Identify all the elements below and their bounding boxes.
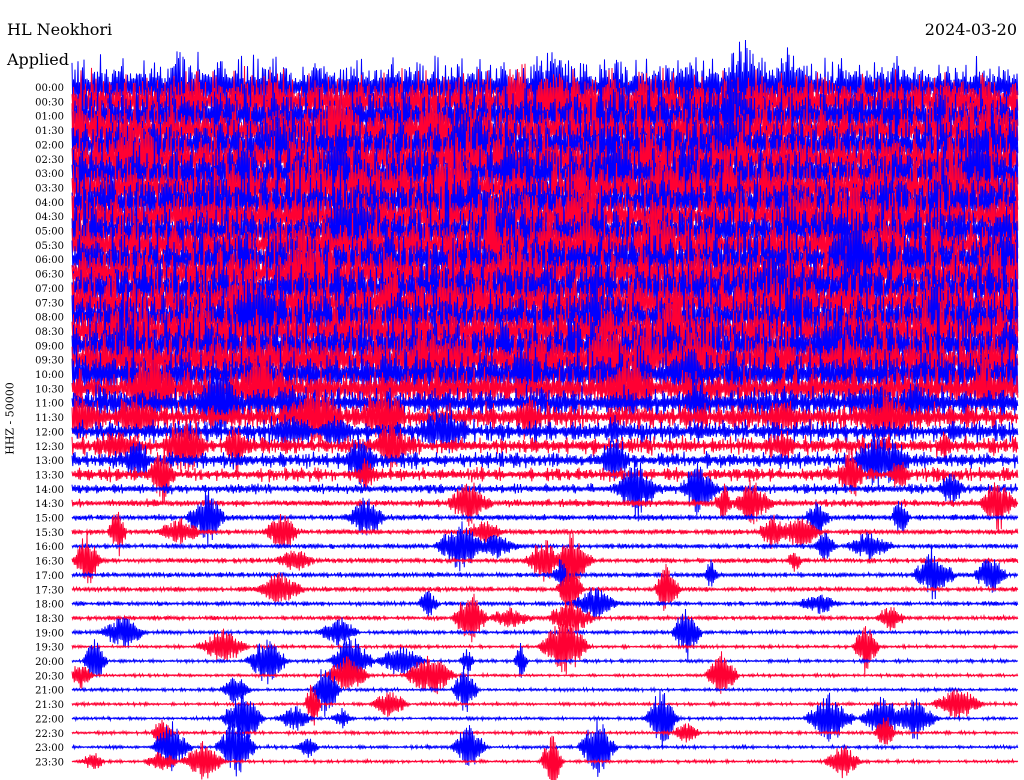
helicorder-plot: 00:00 00:30 01:00 01:30 02:00 02:30 03:00 03:30… bbox=[35, 39, 1019, 780]
time-label: 12:00 bbox=[35, 427, 64, 438]
time-label: 06:30 bbox=[35, 270, 64, 281]
time-label: 00:30 bbox=[35, 97, 64, 108]
time-label: 13:00 bbox=[35, 456, 64, 467]
time-label: 09:00 bbox=[35, 341, 64, 352]
time-label: 19:30 bbox=[35, 643, 64, 654]
time-label: 21:30 bbox=[35, 700, 64, 711]
time-label: 09:30 bbox=[35, 356, 64, 367]
time-label: 01:30 bbox=[35, 126, 64, 137]
time-label: 16:30 bbox=[35, 557, 64, 568]
time-label: 03:00 bbox=[35, 169, 64, 180]
time-label: 07:30 bbox=[35, 298, 64, 309]
time-label: 17:30 bbox=[35, 585, 64, 596]
time-label: 02:30 bbox=[35, 155, 64, 166]
time-label: 20:30 bbox=[35, 671, 64, 682]
time-label: 22:00 bbox=[35, 714, 64, 725]
time-label: 08:30 bbox=[35, 327, 64, 338]
time-label: 18:00 bbox=[35, 600, 64, 611]
time-label: 06:00 bbox=[35, 255, 64, 266]
filter-label: Applied bbox=[7, 50, 69, 69]
trace-row bbox=[71, 689, 1019, 747]
time-label: 16:00 bbox=[35, 542, 64, 553]
channel-label: HHZ - 50000 bbox=[3, 382, 17, 455]
trace-row bbox=[71, 651, 1019, 695]
trace-row bbox=[71, 614, 1019, 675]
time-label: 11:30 bbox=[35, 413, 64, 424]
time-label: 03:30 bbox=[35, 183, 64, 194]
time-label: 05:00 bbox=[35, 227, 64, 238]
time-label: 14:30 bbox=[35, 499, 64, 510]
time-label: 02:00 bbox=[35, 140, 64, 151]
date-label: 2024-03-20 bbox=[924, 20, 1017, 39]
time-label: 18:30 bbox=[35, 614, 64, 625]
time-axis-labels: 00:00 00:30 01:00 01:30 02:00 02:30 03:00 03:30… bbox=[35, 83, 64, 768]
time-label: 19:00 bbox=[35, 628, 64, 639]
time-label: 08:00 bbox=[35, 313, 64, 324]
time-label: 15:30 bbox=[35, 528, 64, 539]
time-label: 07:00 bbox=[35, 284, 64, 295]
time-label: 17:00 bbox=[35, 571, 64, 582]
time-label: 10:00 bbox=[35, 370, 64, 381]
time-label: 22:30 bbox=[35, 729, 64, 740]
seismogram-traces bbox=[71, 39, 1019, 780]
trace-row bbox=[71, 530, 1019, 591]
time-label: 01:00 bbox=[35, 112, 64, 123]
time-label: 14:00 bbox=[35, 485, 64, 496]
trace-row bbox=[71, 735, 1019, 780]
time-label: 11:00 bbox=[35, 399, 64, 410]
station-title: HL Neokhori bbox=[7, 20, 113, 39]
time-label: 00:00 bbox=[35, 83, 64, 94]
time-label: 20:00 bbox=[35, 657, 64, 668]
trace-row bbox=[71, 487, 1019, 548]
time-label: 04:30 bbox=[35, 212, 64, 223]
time-label: 23:00 bbox=[35, 743, 64, 754]
time-label: 23:30 bbox=[35, 757, 64, 768]
time-label: 10:30 bbox=[35, 384, 64, 395]
time-label: 13:30 bbox=[35, 470, 64, 481]
time-label: 05:30 bbox=[35, 241, 64, 252]
time-label: 15:00 bbox=[35, 514, 64, 525]
time-label: 21:00 bbox=[35, 686, 64, 697]
trace-row bbox=[71, 587, 1019, 621]
time-label: 04:00 bbox=[35, 198, 64, 209]
time-label: 12:30 bbox=[35, 442, 64, 453]
